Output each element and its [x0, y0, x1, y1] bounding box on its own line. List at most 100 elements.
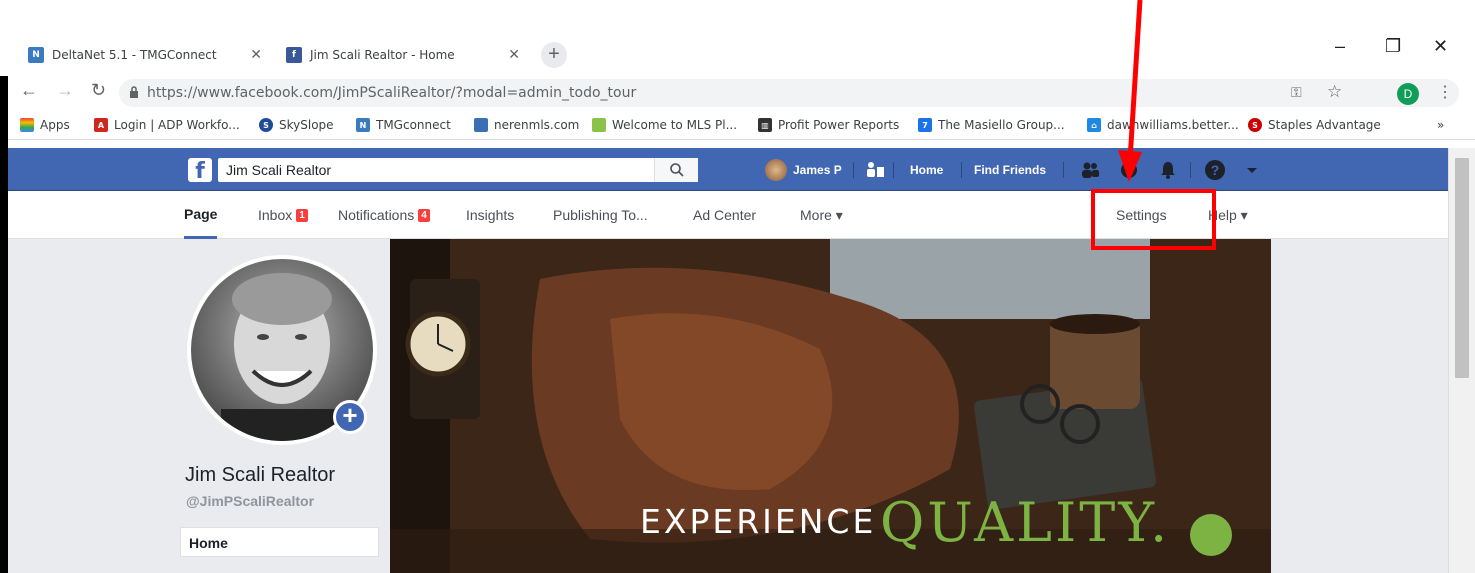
divider [1190, 162, 1191, 178]
bookmark-tmgconnect[interactable]: N TMGconnect [356, 118, 451, 132]
page-name: Jim Scali Realtor [185, 464, 336, 486]
home-link[interactable]: Home [910, 148, 943, 191]
friends-icon[interactable] [1080, 160, 1100, 180]
bookmark-profit-power[interactable]: ▥ Profit Power Reports [758, 118, 899, 132]
divider [893, 162, 894, 178]
screenshot: N DeltaNet 5.1 - TMGConnect ✕ f Jim Scal… [0, 0, 1475, 573]
reload-icon[interactable]: ↻ [91, 80, 106, 101]
bookmark-label: Welcome to MLS Pl... [612, 118, 738, 132]
close-tab-icon[interactable]: ✕ [508, 47, 520, 63]
notifications-badge: 4 [418, 208, 430, 222]
deltanet-icon: N [28, 47, 44, 63]
leaf-logo-icon [1190, 514, 1232, 556]
page-handle[interactable]: @JimPScaliRealtor [186, 493, 314, 509]
annotation-arrow [1118, 0, 1143, 182]
bookmark-label: SkySlope [279, 118, 334, 132]
bookmark-label: Profit Power Reports [778, 118, 900, 132]
search-button[interactable] [654, 158, 698, 182]
bookmark-apps[interactable]: Apps [20, 118, 70, 132]
user-avatar [765, 158, 787, 181]
adp-icon: A [94, 118, 108, 132]
bookmark-masiello[interactable]: 7 The Masiello Group... [918, 118, 1065, 132]
home-icon: ⌂ [1087, 118, 1101, 132]
divider [853, 162, 854, 178]
skyslope-icon: S [259, 118, 273, 132]
inbox-badge: 1 [296, 208, 308, 222]
bookmark-nerenmls[interactable]: nerenmls.com [474, 118, 579, 132]
facebook-icon: f [286, 47, 302, 63]
tab-label: Inbox [258, 207, 293, 223]
close-tab-icon[interactable]: ✕ [250, 47, 262, 63]
address-bar[interactable]: https://www.facebook.com/JimPScaliRealto… [119, 79, 1459, 107]
left-edge [0, 76, 8, 573]
forward-icon[interactable]: → [56, 80, 74, 101]
browser-tab-strip: N DeltaNet 5.1 - TMGConnect ✕ f Jim Scal… [0, 0, 1475, 76]
bookmark-adp[interactable]: A Login | ADP Workfo... [94, 118, 240, 132]
tab-jim-scali[interactable]: f Jim Scali Realtor - Home ✕ [280, 37, 530, 73]
bookmark-label: TMGconnect [376, 118, 451, 132]
back-icon[interactable]: ← [20, 80, 38, 101]
facebook-top-bar: f James P Home Find Friends ? [8, 148, 1448, 191]
cover-text-quality: QUALITY. [880, 491, 1171, 554]
bookmark-label: Staples Advantage [1268, 118, 1381, 132]
tab-more[interactable]: More ▾ [800, 191, 843, 239]
left-nav-home[interactable]: Home [180, 527, 379, 557]
profile-link[interactable]: James P [765, 148, 842, 191]
add-photo-button[interactable]: + [333, 400, 367, 434]
divider [1063, 162, 1064, 178]
bookmark-label: The Masiello Group... [938, 118, 1065, 132]
apps-grid-icon [20, 118, 34, 132]
url-text: https://www.facebook.com/JimPScaliRealto… [147, 85, 637, 101]
calendar-icon: 7 [918, 118, 932, 132]
bookmark-skyslope[interactable]: S SkySlope [259, 118, 334, 132]
key-icon[interactable]: ⚿ [1291, 84, 1302, 101]
scrollbar-thumb[interactable] [1455, 158, 1469, 378]
user-name: James P [793, 162, 842, 177]
bookmark-label: Login | ADP Workfo... [114, 118, 240, 132]
tab-label: Jim Scali Realtor - Home [310, 48, 455, 62]
tmgconnect-icon: N [356, 118, 370, 132]
create-icon[interactable] [865, 160, 885, 180]
menu-dots-icon[interactable]: ⋮ [1437, 82, 1453, 102]
bookmark-staples[interactable]: S Staples Advantage [1248, 118, 1381, 132]
cover-text-experience: EXPERIENCE [640, 502, 877, 541]
facebook-logo-icon[interactable]: f [188, 158, 212, 184]
tab-ad-center[interactable]: Ad Center [693, 191, 756, 239]
tab-inbox[interactable]: Inbox 1 [258, 191, 308, 239]
new-tab-button[interactable]: + [541, 42, 567, 68]
find-friends-link[interactable]: Find Friends [974, 148, 1046, 191]
star-icon[interactable]: ☆ [1327, 82, 1342, 102]
tab-insights[interactable]: Insights [466, 191, 514, 239]
staples-icon: S [1248, 118, 1262, 132]
divider [961, 162, 962, 178]
help-icon[interactable]: ? [1205, 160, 1225, 180]
tab-label: DeltaNet 5.1 - TMGConnect [52, 48, 217, 62]
settings-highlight-box [1091, 189, 1216, 250]
restore-icon[interactable]: ❐ [1385, 36, 1401, 57]
tab-page[interactable]: Page [184, 191, 218, 239]
tab-notifications[interactable]: Notifications 4 [338, 191, 430, 239]
close-window-icon[interactable]: ✕ [1433, 36, 1448, 57]
nerenmls-icon [474, 118, 488, 132]
profile-avatar[interactable]: D [1397, 83, 1419, 105]
facebook-search [218, 158, 698, 182]
bookmark-label: Apps [40, 118, 70, 132]
scrollbar[interactable] [1448, 148, 1475, 573]
bookmark-label: nerenmls.com [494, 118, 580, 132]
tab-publishing-tools[interactable]: Publishing To... [553, 191, 648, 239]
chart-icon: ▥ [758, 118, 772, 132]
lock-icon [130, 86, 138, 98]
mls-icon [592, 118, 606, 132]
browser-toolbar: ← → ↻ https://www.facebook.com/JimPScali… [0, 76, 1475, 112]
tab-label: Notifications [338, 207, 415, 223]
bookmark-mls[interactable]: Welcome to MLS Pl... [592, 118, 737, 132]
notifications-bell-icon[interactable] [1158, 160, 1178, 180]
cover-photo[interactable]: EXPERIENCE QUALITY. [390, 239, 1271, 573]
chevron-down-icon[interactable] [1242, 160, 1262, 180]
search-icon [669, 163, 684, 177]
bookmarks-more[interactable]: » [1437, 118, 1444, 132]
page-tabs-bar: Page Inbox 1 Notifications 4 Insights Publ… [8, 191, 1448, 239]
search-input[interactable] [226, 160, 646, 180]
tab-deltanet[interactable]: N DeltaNet 5.1 - TMGConnect ✕ [22, 37, 272, 73]
minimize-icon[interactable]: – [1335, 36, 1345, 57]
